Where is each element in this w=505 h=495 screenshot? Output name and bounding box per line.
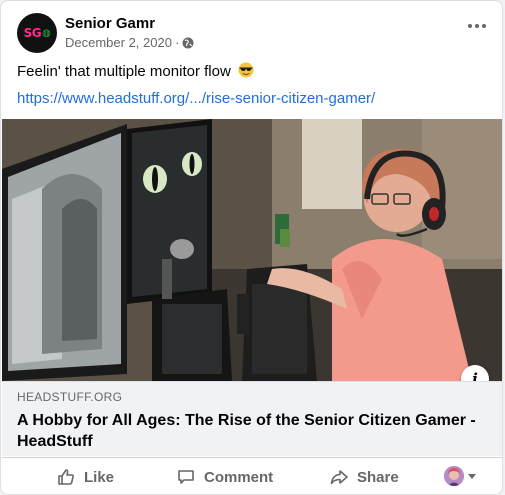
post-card: SG ◍ Senior Gamr December 2, 2020 · Feel… — [0, 0, 503, 495]
page-avatar[interactable]: SG ◍ — [17, 13, 57, 53]
link-domain: HEADSTUFF.ORG — [17, 390, 123, 404]
link-preview[interactable]: HEADSTUFF.ORG A Hobby for All Ages: The … — [2, 381, 502, 456]
share-icon — [330, 470, 348, 485]
sunglasses-emoji-icon — [238, 62, 254, 78]
comment-label: Comment — [204, 468, 274, 486]
post-text: Feelin' that multiple monitor flow — [17, 63, 231, 80]
link-title[interactable]: A Hobby for All Ages: The Rise of the Se… — [17, 410, 477, 452]
globe-icon — [182, 37, 194, 48]
like-button[interactable]: Like — [56, 467, 114, 487]
share-button[interactable]: Share — [329, 467, 399, 487]
avatar-text: SG — [23, 26, 42, 40]
post-date[interactable]: December 2, 2020 — [65, 35, 172, 50]
share-label: Share — [357, 468, 399, 486]
like-label: Like — [84, 468, 115, 486]
post-meta: December 2, 2020 · — [65, 35, 194, 50]
post-header: SG ◍ Senior Gamr December 2, 2020 · — [17, 13, 487, 55]
action-bar: Like Comment Share — [2, 457, 502, 494]
chevron-down-icon — [468, 473, 476, 479]
post-text-container: Feelin' that multiple monitor flow — [17, 62, 254, 80]
more-options-icon[interactable] — [467, 19, 487, 33]
post-image[interactable]: i — [2, 119, 502, 381]
comment-icon — [178, 470, 194, 484]
senior-gamer-photo — [2, 119, 502, 381]
reactor-avatar — [444, 466, 464, 486]
page-name[interactable]: Senior Gamr — [65, 15, 155, 32]
thumbs-up-icon — [58, 469, 74, 485]
gamepad-icon: ◍ — [42, 27, 51, 39]
react-as-selector[interactable] — [444, 466, 476, 486]
comment-button[interactable]: Comment — [176, 467, 273, 487]
post-link[interactable]: https://www.headstuff.org/.../rise-senio… — [17, 90, 375, 107]
meta-separator: · — [174, 35, 180, 50]
